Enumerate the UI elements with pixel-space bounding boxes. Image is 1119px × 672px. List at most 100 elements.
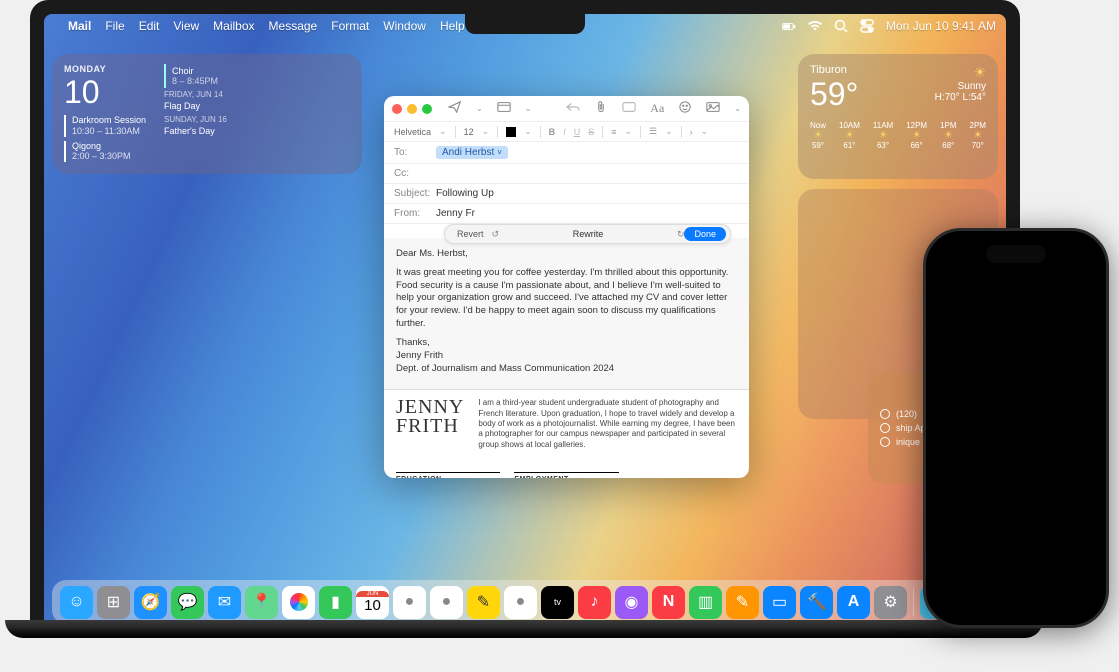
menu-format[interactable]: Format — [331, 19, 369, 33]
dock-music[interactable]: ♪ — [578, 586, 611, 619]
weather-hour: 10AM☀61° — [839, 121, 860, 150]
close-button[interactable] — [392, 104, 402, 114]
attach-icon[interactable] — [594, 101, 608, 116]
maximize-button[interactable] — [422, 104, 432, 114]
format-icon[interactable]: Aa — [650, 101, 664, 116]
font-size[interactable]: 12 — [464, 127, 474, 137]
link-icon[interactable] — [622, 101, 636, 116]
weather-hour: Now☀59° — [810, 121, 826, 150]
desktop: Mail File Edit View Mailbox Message Form… — [44, 14, 1006, 630]
window-titlebar[interactable]: ⌄ ⌄ Aa ⌄ — [384, 96, 749, 122]
weather-hourly: Now☀59° 10AM☀61° 11AM☀63° 12PM☀66° 1PM☀68° 2P… — [810, 121, 986, 150]
dock-numbers[interactable]: ▥ — [689, 586, 722, 619]
underline-button[interactable]: U — [574, 127, 581, 137]
dock-podcasts[interactable]: ◉ — [615, 586, 648, 619]
font-name[interactable]: Helvetica — [394, 127, 431, 137]
bold-button[interactable]: B — [549, 127, 556, 137]
dock-tv[interactable]: tv — [541, 586, 574, 619]
weather-hour: 12PM☀66° — [906, 121, 927, 150]
mail-body-textarea[interactable]: Dear Ms. Herbst, It was great meeting yo… — [384, 238, 749, 389]
calendar-date-number: 10 — [64, 74, 154, 111]
emoji-icon[interactable] — [678, 101, 692, 116]
rewrite-toolbar: Revert ↺ Rewrite ↻ Done — [444, 224, 731, 244]
dock-pages[interactable]: ✎ — [726, 586, 759, 619]
subject-input[interactable]: Following Up — [436, 188, 494, 199]
calendar-weekday: MONDAY — [64, 64, 154, 74]
dock-freeform[interactable]: ● — [504, 586, 537, 619]
align-icon[interactable]: ≡ — [611, 127, 616, 137]
weather-widget[interactable]: Tiburon 59° ☀ Sunny H:70° L:54° Now☀59°1… — [798, 54, 998, 179]
to-field: To: Andi Herbst — [384, 142, 749, 164]
weather-condition: Sunny — [935, 81, 986, 92]
header-fields-icon[interactable] — [497, 101, 511, 116]
subject-field: Subject: Following Up — [384, 184, 749, 204]
dock-appstore[interactable]: A — [837, 586, 870, 619]
battery-icon[interactable] — [782, 19, 796, 33]
weather-hour: 2PM☀70° — [970, 121, 986, 150]
strike-button[interactable]: S — [588, 127, 594, 137]
menu-app-name[interactable]: Mail — [68, 19, 91, 33]
dock-notes[interactable]: ✎ — [467, 586, 500, 619]
reply-icon[interactable] — [566, 101, 580, 116]
format-bar: Helvetica ⌄ 12 ⌄ ⌄ B I U S ≡ ⌄ ☰ ⌄ — [384, 122, 749, 142]
from-field: From: Jenny Fr — [384, 204, 749, 224]
weather-hour: 11AM☀63° — [873, 121, 893, 150]
from-value[interactable]: Jenny Fr — [436, 208, 475, 219]
list-icon[interactable]: ☰ — [649, 126, 657, 137]
revert-button[interactable]: Revert — [449, 227, 492, 241]
dock-settings[interactable]: ⚙ — [874, 586, 907, 619]
dock-safari[interactable]: 🧭 — [134, 586, 167, 619]
laptop-notch — [465, 12, 585, 34]
dock-photos[interactable] — [282, 586, 315, 619]
iphone-device — [923, 228, 1109, 628]
calendar-event: Darkroom Session 10:30 – 11:30AM — [64, 115, 154, 137]
dock-xcode[interactable]: 🔨 — [800, 586, 833, 619]
italic-button[interactable]: I — [563, 127, 566, 137]
sun-icon: ☀ — [935, 64, 986, 81]
minimize-button[interactable] — [407, 104, 417, 114]
menu-view[interactable]: View — [173, 19, 199, 33]
dock: ☺⊞🧭💬✉📍▮JUN10●●✎●tv♪◉N▥✎▭🔨A⚙⬇🗑 — [52, 580, 998, 624]
done-button[interactable]: Done — [684, 227, 726, 241]
dock-maps[interactable]: 📍 — [245, 586, 278, 619]
spotlight-icon[interactable] — [834, 19, 848, 33]
photo-icon[interactable] — [706, 101, 720, 116]
indent-icon[interactable]: › — [690, 127, 693, 137]
weather-hour: 1PM☀68° — [940, 121, 956, 150]
dock-mail[interactable]: ✉ — [208, 586, 241, 619]
dock-keynote[interactable]: ▭ — [763, 586, 796, 619]
laptop-base — [5, 620, 1043, 638]
calendar-widget[interactable]: MONDAY 10 Darkroom Session 10:30 – 11:30… — [52, 54, 362, 174]
mail-compose-window: ⌄ ⌄ Aa ⌄ Helvetica ⌄ 12 ⌄ — [384, 96, 749, 478]
chevron-down-icon[interactable]: ⌄ — [476, 104, 483, 113]
menu-help[interactable]: Help — [440, 19, 465, 33]
dock-reminders[interactable]: ● — [430, 586, 463, 619]
menu-message[interactable]: Message — [269, 19, 318, 33]
menu-mailbox[interactable]: Mailbox — [213, 19, 254, 33]
cc-field: Cc: — [384, 164, 749, 184]
undo-icon[interactable]: ↺ — [492, 229, 500, 240]
dock-contacts[interactable]: ● — [393, 586, 426, 619]
menu-file[interactable]: File — [105, 19, 124, 33]
attachment-preview[interactable]: JENNY FRITH I am a third-year student un… — [384, 389, 749, 478]
text-color-swatch[interactable] — [506, 127, 516, 137]
weather-hilo: H:70° L:54° — [935, 92, 986, 103]
dock-news[interactable]: N — [652, 586, 685, 619]
calendar-event: Qigong 2:00 – 3:30PM — [64, 141, 154, 163]
rewrite-button[interactable]: Rewrite — [499, 229, 677, 239]
chevron-down-icon[interactable]: ⌄ — [525, 104, 532, 113]
dock-launchpad[interactable]: ⊞ — [97, 586, 130, 619]
dock-calendar[interactable]: JUN10 — [356, 586, 389, 619]
menu-edit[interactable]: Edit — [139, 19, 160, 33]
send-icon[interactable] — [448, 101, 462, 116]
wifi-icon[interactable] — [808, 19, 822, 33]
menu-window[interactable]: Window — [383, 19, 426, 33]
chevron-down-icon[interactable]: ⌄ — [734, 104, 741, 113]
dock-messages[interactable]: 💬 — [171, 586, 204, 619]
dock-finder[interactable]: ☺ — [60, 586, 93, 619]
control-center-icon[interactable] — [860, 19, 874, 33]
redo-icon[interactable]: ↻ — [677, 229, 685, 240]
dock-facetime[interactable]: ▮ — [319, 586, 352, 619]
recipient-chip[interactable]: Andi Herbst — [436, 146, 508, 159]
menu-clock[interactable]: Mon Jun 10 9:41 AM — [886, 19, 996, 33]
